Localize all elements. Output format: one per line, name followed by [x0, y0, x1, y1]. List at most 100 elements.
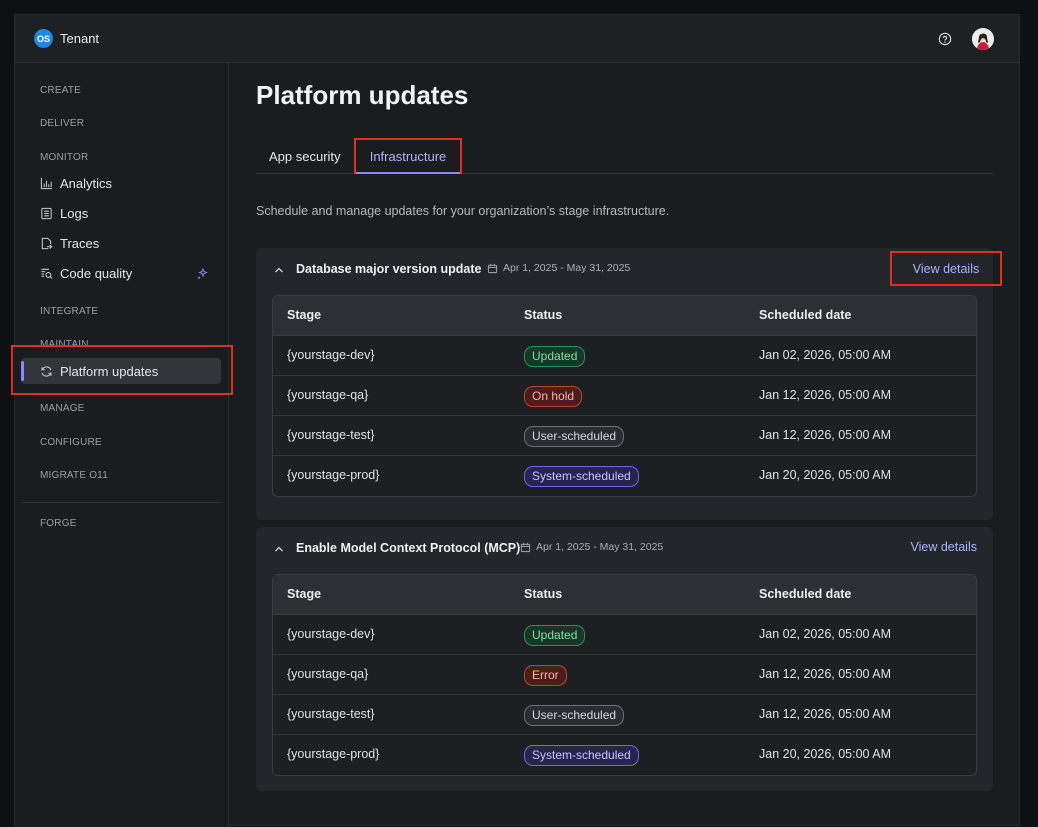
- sidebar-item-label: Analytics: [60, 175, 113, 191]
- column-header-scheduled-date[interactable]: Scheduled date: [759, 308, 851, 322]
- table-row[interactable]: {yourstage-prod} System-scheduled Jan 20, …: [273, 456, 976, 496]
- scheduled-date-cell: Jan 12, 2026, 05:00 AM: [759, 667, 892, 681]
- card-date-range: Apr 1, 2025 - May 31, 2025: [487, 262, 630, 274]
- table-header: Stage Status Scheduled date: [273, 575, 976, 615]
- app-window: OS Tenant CREATE DELIVER MONITOR Analyti…: [11, 14, 1021, 827]
- main-content: Platform updates App security Infrastruc…: [229, 63, 1021, 827]
- table-header: Stage Status Scheduled date: [273, 296, 976, 336]
- status-badge: Updated: [524, 346, 586, 367]
- stage-cell: {yourstage-qa}: [287, 667, 369, 681]
- status-cell: On hold: [524, 386, 583, 407]
- column-header-stage[interactable]: Stage: [287, 587, 321, 601]
- sidebar-item-label: Logs: [60, 205, 89, 221]
- stage-cell: {yourstage-dev}: [287, 348, 375, 362]
- sidebar-item-label: Platform updates: [60, 363, 159, 379]
- sparkle-ai-icon[interactable]: [196, 268, 208, 280]
- stage-cell: {yourstage-prod}: [287, 747, 380, 761]
- stage-table: Stage Status Scheduled date {yourstage-d…: [272, 574, 977, 776]
- table-row[interactable]: {yourstage-qa} On hold Jan 12, 2026, 05:00…: [273, 376, 976, 416]
- card-header[interactable]: Enable Model Context Protocol (MCP) Apr …: [256, 527, 993, 573]
- sidebar: CREATE DELIVER MONITOR Analytics Logs Tr…: [11, 63, 233, 827]
- tab-infrastructure[interactable]: Infrastructure: [354, 138, 462, 174]
- status-badge: Updated: [524, 625, 586, 646]
- card-date-range: Apr 1, 2025 - May 31, 2025: [520, 541, 663, 553]
- scheduled-date-cell: Jan 02, 2026, 05:00 AM: [759, 627, 892, 641]
- status-badge: System-scheduled: [524, 745, 639, 766]
- table-row[interactable]: {yourstage-qa} Error Jan 12, 2026, 05:00 A…: [273, 655, 976, 695]
- sidebar-item-logs[interactable]: Logs: [40, 202, 210, 224]
- status-cell: System-scheduled: [524, 466, 639, 487]
- refresh-icon: [41, 365, 52, 377]
- page-title: Platform updates: [256, 80, 469, 110]
- status-badge: On hold: [524, 386, 583, 407]
- table-row[interactable]: {yourstage-dev} Updated Jan 02, 2026, 05:0…: [273, 336, 976, 376]
- sidebar-divider: [21, 502, 221, 503]
- sidebar-item-traces[interactable]: Traces: [40, 232, 210, 254]
- sidebar-section-deliver[interactable]: DELIVER: [40, 118, 84, 129]
- status-cell: User-scheduled: [524, 705, 625, 726]
- view-details-link[interactable]: View details: [890, 251, 1002, 286]
- sidebar-section-forge[interactable]: FORGE: [40, 518, 77, 529]
- stage-cell: {yourstage-test}: [287, 707, 375, 721]
- bar-chart-icon: [40, 177, 53, 189]
- status-badge: User-scheduled: [524, 705, 625, 726]
- column-header-scheduled-date[interactable]: Scheduled date: [759, 587, 851, 601]
- sidebar-item-label: Code quality: [60, 265, 133, 281]
- brand-name: Tenant: [60, 31, 100, 46]
- table-row[interactable]: {yourstage-test} User-scheduled Jan 12, 20…: [273, 695, 976, 735]
- update-card: Database major version update Apr 1, 202…: [256, 248, 1002, 520]
- brand[interactable]: OS Tenant: [34, 29, 99, 48]
- column-header-status[interactable]: Status: [524, 587, 562, 601]
- document-list-icon: [41, 207, 52, 219]
- update-card: Enable Model Context Protocol (MCP) Apr …: [256, 527, 993, 791]
- table-body: {yourstage-dev} Updated Jan 02, 2026, 05:0…: [273, 615, 976, 775]
- date-range-text: Apr 1, 2025 - May 31, 2025: [536, 541, 664, 553]
- view-details-link[interactable]: View details: [911, 540, 977, 554]
- calendar-icon: [520, 542, 531, 552]
- stage-cell: {yourstage-prod}: [287, 468, 380, 482]
- status-badge: User-scheduled: [524, 426, 625, 447]
- sidebar-item-label: Traces: [60, 235, 100, 251]
- calendar-icon: [487, 263, 498, 273]
- status-badge: Error: [524, 665, 567, 686]
- trace-document-icon: [41, 237, 53, 249]
- table-row[interactable]: {yourstage-test} User-scheduled Jan 12, 20…: [273, 416, 976, 456]
- chevron-up-icon[interactable]: [273, 543, 285, 555]
- brand-logo: OS: [34, 29, 53, 48]
- table-body: {yourstage-dev} Updated Jan 02, 2026, 05:0…: [273, 336, 976, 496]
- chevron-up-icon[interactable]: [273, 264, 285, 276]
- sidebar-section-integrate[interactable]: INTEGRATE: [40, 306, 98, 317]
- column-header-stage[interactable]: Stage: [287, 308, 321, 322]
- stage-cell: {yourstage-dev}: [287, 627, 375, 641]
- sidebar-item-analytics[interactable]: Analytics: [40, 172, 210, 194]
- scheduled-date-cell: Jan 12, 2026, 05:00 AM: [759, 707, 892, 721]
- card-title: Enable Model Context Protocol (MCP): [296, 541, 521, 555]
- status-badge: System-scheduled: [524, 466, 639, 487]
- sidebar-section-configure[interactable]: CONFIGURE: [40, 437, 102, 448]
- column-header-status[interactable]: Status: [524, 308, 562, 322]
- sidebar-item-platform-updates[interactable]: Platform updates: [21, 358, 221, 384]
- code-search-icon: [41, 268, 53, 279]
- card-header[interactable]: Database major version update Apr 1, 202…: [256, 248, 1002, 294]
- status-cell: User-scheduled: [524, 426, 625, 447]
- page-description: Schedule and manage updates for your org…: [256, 204, 670, 218]
- sidebar-item-code-quality[interactable]: Code quality: [40, 262, 210, 284]
- status-cell: Error: [524, 665, 567, 686]
- user-avatar-icon[interactable]: [972, 28, 994, 50]
- sidebar-section-manage[interactable]: MANAGE: [40, 403, 85, 414]
- stage-cell: {yourstage-test}: [287, 428, 375, 442]
- sidebar-section-create[interactable]: CREATE: [40, 85, 81, 96]
- stage-cell: {yourstage-qa}: [287, 388, 369, 402]
- sidebar-section-migrate[interactable]: MIGRATE O11: [40, 470, 108, 481]
- date-range-text: Apr 1, 2025 - May 31, 2025: [503, 262, 631, 274]
- table-row[interactable]: {yourstage-prod} System-scheduled Jan 20, …: [273, 735, 976, 775]
- tab-bar: App security Infrastructure: [256, 138, 993, 174]
- scheduled-date-cell: Jan 12, 2026, 05:00 AM: [759, 388, 892, 402]
- status-cell: Updated: [524, 625, 586, 646]
- scheduled-date-cell: Jan 12, 2026, 05:00 AM: [759, 428, 892, 442]
- question-circle-icon[interactable]: [938, 32, 952, 46]
- scheduled-date-cell: Jan 20, 2026, 05:00 AM: [759, 468, 892, 482]
- sidebar-section-monitor[interactable]: MONITOR: [40, 152, 88, 163]
- tab-app-security[interactable]: App security: [269, 138, 341, 174]
- table-row[interactable]: {yourstage-dev} Updated Jan 02, 2026, 05:0…: [273, 615, 976, 655]
